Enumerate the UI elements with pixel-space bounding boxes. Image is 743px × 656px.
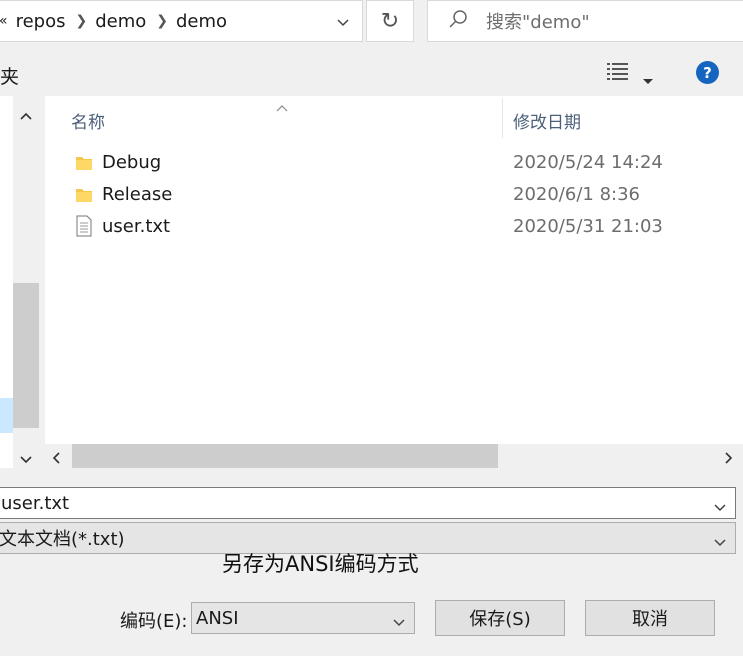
navigation-scroll-thumb[interactable] [13, 283, 39, 428]
file-name: Release [102, 184, 173, 205]
search-box[interactable]: 搜索"demo" [427, 0, 743, 42]
file-row-debug[interactable]: Debug 2020/5/24 14:24 [45, 147, 743, 179]
filename-input[interactable]: user.txt [0, 487, 736, 519]
navigation-selected-item[interactable] [0, 398, 13, 433]
chevron-down-icon[interactable] [713, 532, 727, 553]
address-overflow[interactable]: « [0, 13, 8, 29]
chevron-down-icon[interactable] [713, 497, 727, 518]
view-dropdown-icon[interactable] [643, 70, 653, 89]
view-options-icon[interactable] [607, 62, 631, 86]
file-date: 2020/6/1 8:36 [513, 184, 640, 205]
chevron-down-icon[interactable] [336, 14, 350, 35]
file-date: 2020/5/31 21:03 [513, 216, 663, 237]
save-button[interactable]: 保存(S) [435, 600, 565, 636]
annotation-text: 另存为ANSI编码方式 [222, 552, 419, 576]
text-file-icon [75, 215, 93, 242]
folder-icon [75, 154, 93, 177]
file-row-release[interactable]: Release 2020/6/1 8:36 [45, 179, 743, 211]
filename-value: user.txt [1, 492, 70, 514]
scroll-up-icon[interactable] [19, 106, 33, 125]
refresh-button[interactable]: ↻ [366, 0, 414, 42]
file-date: 2020/5/24 14:24 [513, 152, 663, 173]
search-icon [448, 9, 468, 34]
filetype-value: 文本文档(*.txt) [0, 529, 125, 550]
breadcrumb-demo-2[interactable]: demo [176, 11, 227, 32]
file-name: user.txt [102, 216, 171, 237]
chevron-right-icon: ❯ [75, 13, 88, 29]
file-row-user-txt[interactable]: user.txt 2020/5/31 21:03 [45, 211, 743, 243]
chevron-down-icon[interactable] [392, 612, 406, 633]
column-divider[interactable] [502, 98, 503, 138]
encoding-select[interactable]: ANSI [191, 602, 415, 634]
chevron-right-icon: ❯ [156, 13, 168, 29]
horizontal-scroll-thumb[interactable] [72, 444, 498, 468]
breadcrumb-repos[interactable]: repos [16, 11, 66, 32]
address-bar[interactable]: « repos ❯ demo ❯ demo [0, 0, 363, 42]
help-icon[interactable]: ? [696, 61, 719, 84]
file-name: Debug [102, 152, 162, 173]
column-header-name[interactable]: 名称 [71, 108, 105, 133]
scroll-right-icon[interactable] [724, 450, 734, 469]
scroll-down-icon[interactable] [19, 450, 33, 469]
sort-ascending-icon [276, 97, 288, 116]
scroll-left-icon[interactable] [51, 450, 61, 469]
folder-icon [75, 186, 93, 209]
search-placeholder: 搜索"demo" [486, 12, 590, 33]
breadcrumb-demo-1[interactable]: demo [95, 11, 146, 32]
refresh-icon: ↻ [380, 8, 400, 34]
column-header-date[interactable]: 修改日期 [513, 108, 581, 133]
encoding-value: ANSI [196, 607, 239, 629]
new-folder-button[interactable]: 夹 [0, 62, 19, 89]
toolbar: 夹 [0, 52, 743, 92]
cancel-button[interactable]: 取消 [585, 600, 715, 636]
encoding-label: 编码(E): [120, 611, 188, 632]
